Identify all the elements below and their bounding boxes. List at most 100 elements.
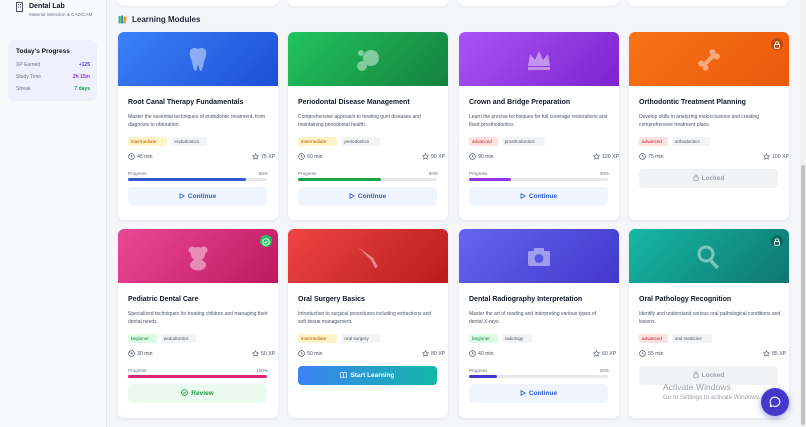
bone-icon (698, 49, 720, 71)
module-action-label: Continue (187, 193, 217, 200)
duration-text: 60 min (307, 154, 323, 160)
lock-badge (771, 38, 783, 50)
progress-bar (128, 178, 267, 181)
bubbles-icon (357, 50, 379, 71)
level-tag: intermediate (128, 137, 168, 146)
module-banner (459, 229, 619, 283)
module-action-button[interactable]: Review (128, 384, 267, 403)
module-action-label: Continue (528, 193, 558, 200)
xp-text: 100 XP (772, 154, 789, 160)
topic-tag: radiology (501, 334, 532, 343)
duration: 45 min (128, 153, 168, 161)
duration: 40 min (469, 350, 509, 358)
module-action-button[interactable]: Continue (469, 384, 608, 403)
topic-tag: endodontics (171, 137, 207, 146)
star-icon (252, 153, 259, 160)
clock-icon (298, 350, 305, 357)
completed-badge (260, 235, 272, 247)
clock-icon (469, 153, 476, 160)
module-action-button[interactable]: Continue (128, 187, 267, 206)
progress-bar-fill (469, 375, 497, 378)
module-card[interactable]: Crown and Bridge Preparation Learn the pr… (459, 32, 619, 220)
level-tag: beginner (128, 334, 157, 343)
star-icon (763, 153, 770, 160)
sidebar-item-dental-lab[interactable]: Dental Lab Material Selection & CAD/CAM (0, 0, 107, 30)
module-card[interactable]: Pediatric Dental Care Specialized techniq… (118, 229, 278, 418)
level-tag: advanced (639, 334, 668, 343)
sidebar: Dental Lab Material Selection & CAD/CAM … (0, 0, 107, 427)
sidebar-item-sublabel: Material Selection & CAD/CAM (29, 12, 93, 17)
magnifier-icon (697, 245, 720, 270)
lock-icon (774, 238, 780, 246)
crown-icon (528, 51, 550, 70)
section-title: Learning Modules (132, 15, 201, 24)
module-title: Root Canal Therapy Fundamentals (128, 99, 244, 106)
module-description: Comprehensive approach to treating gum d… (298, 114, 421, 129)
module-card[interactable]: Oral Surgery Basics Introduction to surgi… (288, 229, 448, 418)
module-banner (118, 229, 278, 283)
module-banner (629, 32, 789, 86)
module-action-label: Continue (528, 390, 558, 397)
scalpel-icon (358, 247, 378, 268)
sidebar-item-label: Dental Lab (29, 3, 65, 10)
module-action-button[interactable]: Continue (469, 187, 608, 206)
progress-label: Progress (128, 368, 147, 373)
lock-icon (693, 174, 699, 182)
progress-bar-fill (298, 178, 382, 181)
xp-earned-row: XP Earned +125 (16, 62, 90, 70)
xp-earned-label: XP Earned (16, 62, 41, 68)
chat-button[interactable] (761, 388, 789, 416)
module-action-label: Review (191, 390, 214, 397)
check-circle-icon (262, 238, 270, 246)
progress-bar (469, 375, 608, 378)
duration-text: 40 min (478, 351, 494, 357)
progress-bar-fill (469, 178, 511, 181)
module-description: Introduction to surgical procedures incl… (298, 311, 432, 326)
star-icon (252, 350, 259, 357)
check-circle-icon (181, 389, 189, 397)
module-card[interactable]: Orthodontic Treatment Planning Develop sk… (629, 32, 789, 220)
module-action-button[interactable]: Continue (298, 187, 437, 206)
progress-percent: 20% (599, 368, 609, 373)
progress-label: Progress (298, 171, 317, 176)
books-icon (118, 15, 127, 24)
duration: 50 min (298, 350, 338, 358)
progress-bar-fill (128, 375, 267, 378)
star-icon (593, 350, 600, 357)
module-card[interactable]: Dental Radiography Interpretation Master … (459, 229, 619, 418)
module-card[interactable]: Root Canal Therapy Fundamentals Master th… (118, 32, 278, 220)
building-icon (16, 2, 23, 12)
progress-label: Progress (128, 171, 147, 176)
module-banner (288, 229, 448, 283)
streak-value: 7 days (74, 86, 90, 92)
module-card[interactable]: Periodontal Disease Management Comprehens… (288, 32, 448, 220)
scrollbar-thumb[interactable] (801, 165, 805, 425)
play-icon (520, 389, 526, 396)
duration: 60 min (298, 153, 338, 161)
level-tag: advanced (469, 137, 498, 146)
duration: 30 min (128, 350, 168, 358)
module-title: Oral Surgery Basics (298, 296, 365, 303)
tooth-icon (189, 47, 207, 71)
xp-text: 90 XP (431, 154, 446, 160)
previous-cards-edge (116, 0, 796, 6)
xp-text: 60 XP (602, 351, 617, 357)
lock-icon (774, 41, 780, 49)
module-banner (459, 32, 619, 86)
module-action-button[interactable]: Start Learning (298, 366, 437, 385)
study-time-label: Study Time (16, 74, 42, 80)
progress-percent: 100% (256, 368, 268, 373)
module-banner (629, 229, 789, 283)
progress-bar-fill (128, 178, 247, 181)
duration-text: 50 min (307, 351, 323, 357)
module-title: Crown and Bridge Preparation (469, 99, 571, 106)
module-title: Periodontal Disease Management (298, 99, 410, 106)
clock-icon (298, 153, 305, 160)
module-title: Oral Pathology Recognition (639, 296, 732, 303)
todays-progress-card: Today's Progress XP Earned +125 Study Ti… (8, 40, 97, 101)
scrollbar[interactable] (800, 0, 806, 427)
windows-watermark-title: Activate Windows (663, 382, 731, 392)
clock-icon (639, 153, 646, 160)
progress-percent: 60% (428, 171, 438, 176)
study-time-value: 2h 15m (72, 74, 90, 80)
